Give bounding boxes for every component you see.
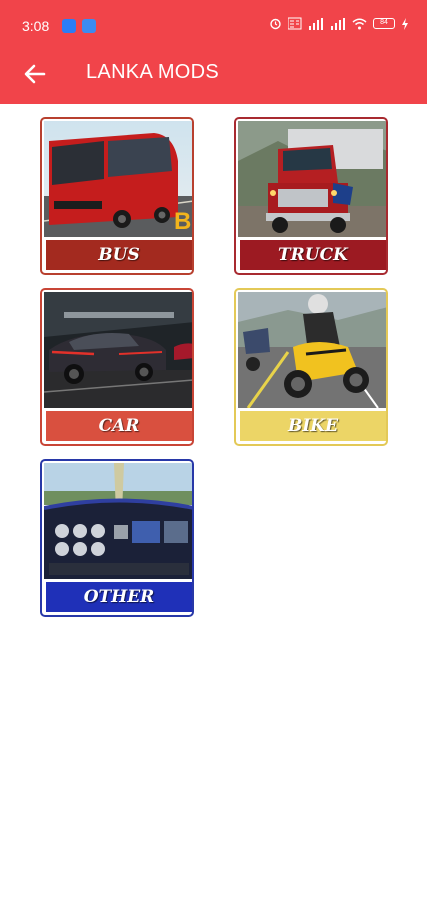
car-thumbnail	[44, 292, 192, 408]
category-card-other[interactable]: OTHER	[40, 459, 194, 617]
category-label-bike: BIKE	[240, 411, 386, 441]
status-icons: 84	[269, 17, 409, 30]
status-time: 3:08	[22, 18, 50, 34]
category-label-truck: TRUCK	[240, 240, 386, 270]
bike-thumbnail	[238, 292, 386, 408]
back-button[interactable]	[20, 59, 50, 89]
cloud-icon	[82, 19, 96, 33]
arrow-back-icon	[20, 59, 50, 89]
category-card-bus[interactable]: BU BUS	[40, 117, 194, 275]
battery-icon: 84	[373, 18, 395, 29]
category-card-bike[interactable]: BIKE	[234, 288, 388, 446]
wifi-icon	[352, 18, 367, 30]
category-label-bus: BUS	[46, 240, 192, 270]
status-bar: 3:08 84	[0, 0, 427, 50]
notification-app-icon	[62, 19, 76, 33]
category-card-truck[interactable]: TRUCK	[234, 117, 388, 275]
svg-text:BU: BU	[174, 208, 194, 235]
charging-icon	[401, 17, 409, 30]
data-speed-icon	[288, 17, 302, 30]
toolbar: LANKA MODS	[0, 50, 427, 104]
app-bar: 3:08 84 LANKA MODS	[0, 0, 427, 104]
category-label-other: OTHER	[46, 582, 192, 612]
category-label-car: CAR	[46, 411, 192, 441]
page-title: LANKA MODS	[86, 61, 220, 83]
other-thumbnail	[44, 463, 192, 579]
alarm-icon	[269, 17, 282, 30]
bus-thumbnail: BU	[44, 121, 194, 237]
signal-icon	[308, 17, 324, 30]
signal-icon-2	[330, 17, 346, 30]
truck-thumbnail	[238, 121, 386, 237]
category-card-car[interactable]: CAR	[40, 288, 194, 446]
